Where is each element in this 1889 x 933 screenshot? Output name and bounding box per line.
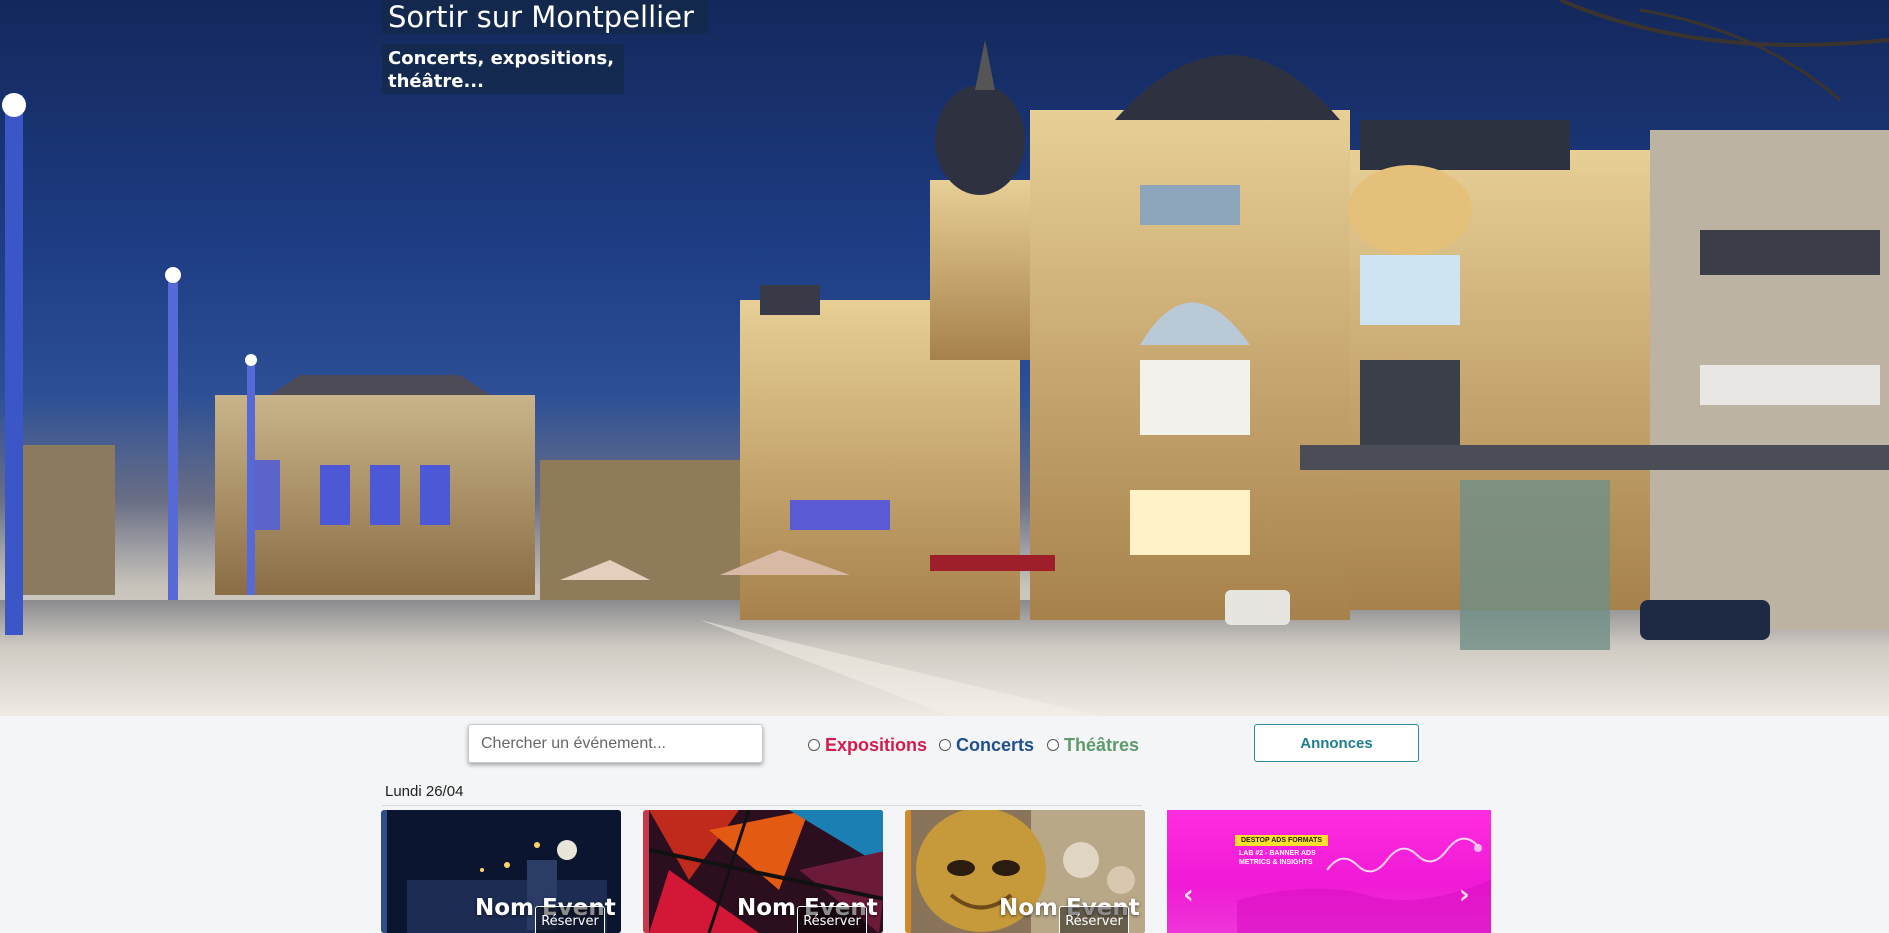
radio-circle-icon[interactable] <box>939 739 951 751</box>
page-title: Sortir sur Montpellier <box>382 0 708 34</box>
filter-concerts-radio[interactable]: Concerts <box>939 734 1034 756</box>
radio-circle-icon[interactable] <box>808 739 820 751</box>
filter-expositions-radio[interactable]: Expositions <box>808 734 927 756</box>
filter-theatres-radio[interactable]: Théâtres <box>1047 734 1139 756</box>
hero-banner: Sortir sur Montpellier Concerts, exposit… <box>0 0 1889 716</box>
ad-carousel[interactable]: DESTOP ADS FORMATS LAB #2 - BANNER ADS M… <box>1167 810 1491 933</box>
ad-badge: DESTOP ADS FORMATS <box>1235 835 1329 846</box>
radio-circle-icon[interactable] <box>1047 739 1059 751</box>
chevron-right-icon[interactable]: › <box>1459 880 1470 910</box>
filter-concerts-label: Concerts <box>956 734 1035 755</box>
annonces-button[interactable]: Annonces <box>1254 724 1419 762</box>
page-subtitle: Concerts, expositions, théâtre... <box>382 44 624 94</box>
reserve-button[interactable]: Réserver <box>535 906 605 933</box>
ad-text: METRICS & INSIGHTS <box>1239 859 1313 866</box>
search-input[interactable] <box>468 724 763 763</box>
hero-cityscape-image <box>0 0 1889 716</box>
reserve-button[interactable]: Réserver <box>797 906 867 933</box>
filter-expositions-label: Expositions <box>825 734 928 755</box>
event-card[interactable]: Nom Event Réserver <box>381 810 621 933</box>
reserve-button[interactable]: Réserver <box>1059 906 1129 933</box>
event-card[interactable]: Nom Event Réserver <box>905 810 1145 933</box>
chevron-left-icon[interactable]: ‹ <box>1183 880 1194 910</box>
filter-theatres-label: Théâtres <box>1064 734 1140 755</box>
ad-text: LAB #2 - BANNER ADS <box>1239 850 1316 857</box>
ad-wave-graphic <box>1237 837 1491 933</box>
date-heading: Lundi 26/04 <box>385 783 464 800</box>
divider <box>382 805 1142 806</box>
event-card[interactable]: Nom Event Réserver <box>643 810 883 933</box>
